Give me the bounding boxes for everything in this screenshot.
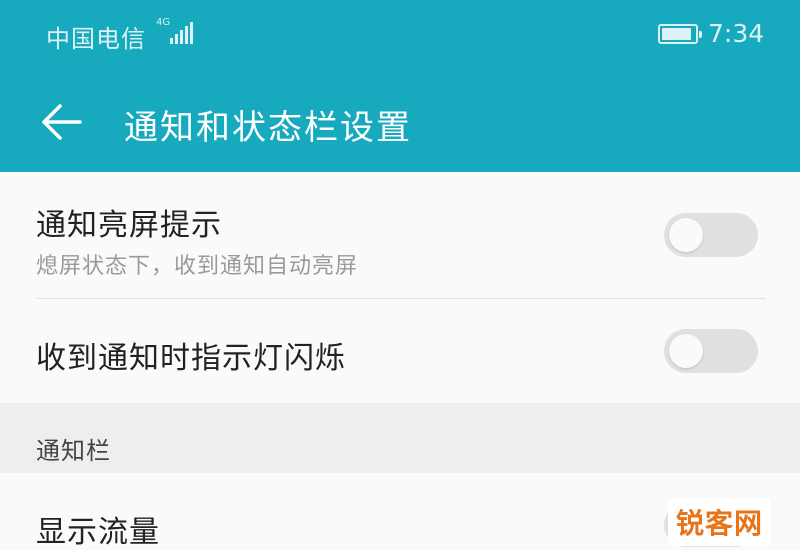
toggle-knob xyxy=(669,334,703,368)
battery-icon xyxy=(658,24,702,44)
setting-title: 收到通知时指示灯闪烁 xyxy=(36,341,346,376)
indicator-light-toggle[interactable] xyxy=(664,329,758,373)
section-header: 通知栏 xyxy=(0,403,800,473)
signal-icon: 4G xyxy=(156,18,196,46)
toggle-knob xyxy=(669,218,703,252)
setting-subtitle: 熄屏状态下，收到通知自动亮屏 xyxy=(36,254,359,279)
settings-screen: 中国电信 4G 7:34 通知和状态栏设置 通知亮屏提示 熄屏状态下，收到通知自… xyxy=(0,0,800,550)
setting-title: 显示流量 xyxy=(36,515,160,550)
status-bar: 中国电信 4G 7:34 xyxy=(0,0,800,72)
network-type: 4G xyxy=(156,17,171,28)
carrier-name: 中国电信 xyxy=(46,25,146,53)
setting-row-wake-screen[interactable]: 通知亮屏提示 熄屏状态下，收到通知自动亮屏 xyxy=(0,172,800,298)
wake-screen-toggle[interactable] xyxy=(664,213,758,257)
section-label: 通知栏 xyxy=(36,437,111,465)
app-bar: 通知和状态栏设置 xyxy=(0,72,800,172)
setting-row-indicator-light[interactable]: 收到通知时指示灯闪烁 xyxy=(0,299,800,403)
status-time: 7:34 xyxy=(708,19,765,48)
setting-title: 通知亮屏提示 xyxy=(36,208,222,243)
watermark: 锐客网 xyxy=(668,498,772,546)
arrow-left-icon xyxy=(42,104,82,140)
back-button[interactable] xyxy=(38,100,86,144)
page-title: 通知和状态栏设置 xyxy=(124,108,412,148)
